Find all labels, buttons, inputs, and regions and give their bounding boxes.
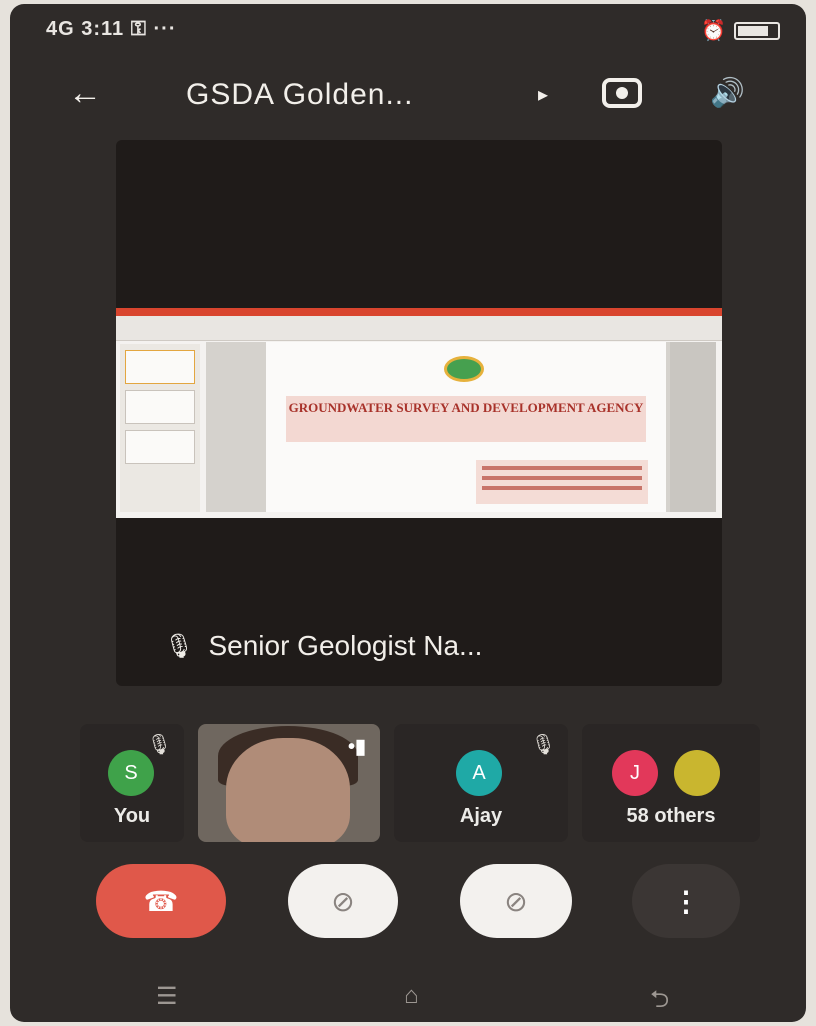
camera-off-icon: ⊘ — [331, 886, 355, 917]
participant-tile-ajay[interactable]: 🎙 A Ajay — [394, 724, 568, 842]
status-time: 4G 3:11 ⚿ ··· — [46, 18, 177, 40]
slide-thumbnail — [125, 430, 195, 464]
slide-notes-pane — [670, 342, 716, 512]
participant-tile-you[interactable]: 🎙 S You — [80, 724, 184, 842]
slide-toolbar — [116, 316, 722, 341]
agency-logo-icon — [444, 356, 484, 382]
main-video-tile[interactable]: GROUNDWATER SURVEY AND DEVELOPMENT AGENC… — [116, 140, 722, 686]
mic-muted-icon: 🎙 — [530, 734, 556, 756]
participant-tile-camera[interactable]: •▮ — [198, 724, 380, 842]
slide-ribbon — [116, 308, 722, 316]
slide-page: GROUNDWATER SURVEY AND DEVELOPMENT AGENC… — [266, 342, 666, 512]
avatar: S — [108, 750, 154, 796]
meeting-title[interactable]: GSDA Golden... — [186, 78, 413, 112]
app-bar: ← GSDA Golden... ▸ 🔊 — [10, 64, 806, 124]
status-icons: ⏰ — [701, 18, 780, 43]
mic-off-icon: ⊘ — [504, 886, 528, 917]
slide-heading: GROUNDWATER SURVEY AND DEVELOPMENT AGENC… — [288, 400, 644, 415]
switch-camera-icon[interactable] — [600, 72, 644, 112]
home-button[interactable]: ⌂ — [404, 982, 419, 1010]
participant-strip: 🎙 S You •▮ 🎙 A Ajay J 58 others — [10, 724, 806, 844]
slide-thumbnail — [125, 350, 195, 384]
avatar: J — [612, 750, 658, 796]
phone-screen: 4G 3:11 ⚿ ··· ⏰ ← GSDA Golden... ▸ 🔊 GRO… — [10, 4, 806, 1022]
mic-muted-icon: 🎙 — [164, 632, 195, 660]
slide-thumbnail — [125, 390, 195, 424]
participant-tile-others[interactable]: J 58 others — [582, 724, 760, 842]
status-bar: 4G 3:11 ⚿ ··· ⏰ — [10, 4, 806, 52]
speaker-name-label: 🎙 Senior Geologist Na... — [164, 630, 482, 662]
slide-thumbnails — [120, 344, 200, 512]
mic-muted-icon: 🎙 — [146, 734, 172, 756]
avatar-image — [674, 750, 720, 796]
back-arrow-icon[interactable]: ← — [68, 74, 102, 113]
avatar: A — [456, 750, 502, 796]
participant-name: Ajay — [459, 805, 503, 827]
speaker-icon[interactable]: 🔊 — [710, 76, 745, 109]
camera-feed-face — [226, 738, 350, 842]
nav-back-button[interactable]: ⮌ — [650, 982, 669, 1022]
android-nav-bar: ☰ ⌂ ⮌ — [10, 974, 806, 1018]
battery-icon — [734, 21, 780, 40]
mic-toggle-button[interactable]: ⊘ — [460, 864, 572, 938]
participant-name: 58 others — [626, 805, 716, 827]
audio-level-icon: •▮ — [347, 736, 366, 758]
shared-screen-slide: GROUNDWATER SURVEY AND DEVELOPMENT AGENC… — [116, 308, 722, 518]
end-call-icon: ☎ — [143, 886, 179, 917]
alarm-icon: ⏰ — [701, 20, 726, 42]
participant-name: You — [113, 805, 151, 827]
slide-presenter-names — [476, 460, 648, 504]
speaker-name: Senior Geologist Na... — [208, 630, 483, 661]
recent-apps-button[interactable]: ☰ — [156, 982, 178, 1011]
call-controls: ☎ ⊘ ⊘ ⋮ — [10, 862, 806, 952]
title-chevron-icon[interactable]: ▸ — [538, 82, 548, 107]
more-options-button[interactable]: ⋮ — [632, 864, 740, 938]
camera-toggle-button[interactable]: ⊘ — [288, 864, 398, 938]
end-call-button[interactable]: ☎ — [96, 864, 226, 938]
more-vert-icon: ⋮ — [672, 886, 700, 917]
